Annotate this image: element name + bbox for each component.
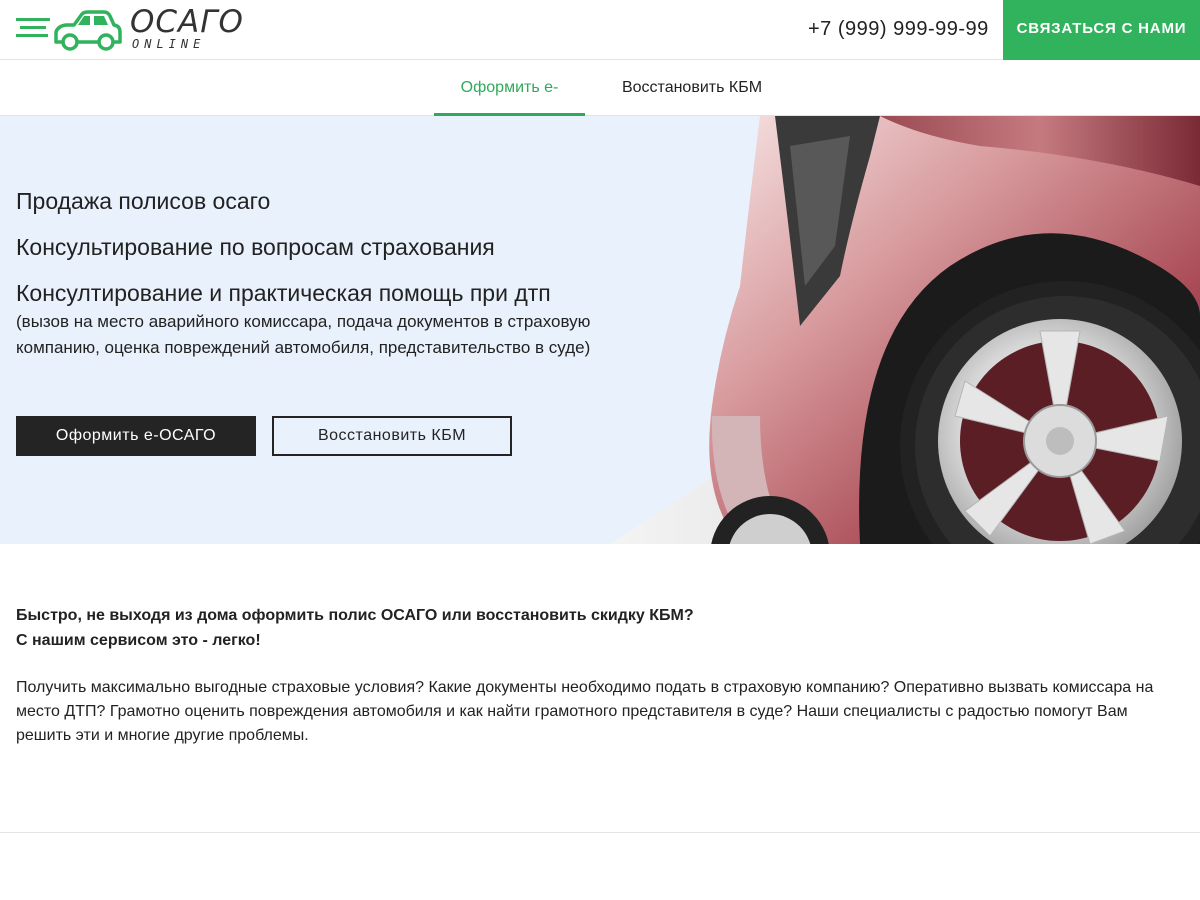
main-nav: Оформить е-ОСАГО Восстановить КБМ (0, 60, 1200, 152)
get-e-osago-button[interactable]: Оформить е-ОСАГО (16, 416, 256, 456)
car-logo-icon (16, 10, 122, 51)
footer-divider (0, 832, 1200, 833)
tab-restore-kbm[interactable]: Восстановить КБМ (617, 60, 767, 116)
info-paragraph: Получить максимально выгодные страховые … (16, 679, 1154, 744)
logo-title: ОСАГО (130, 4, 244, 40)
restore-kbm-button[interactable]: Восстановить КБМ (272, 416, 512, 456)
info-headline-line-2: С нашим сервисом это - легко! (16, 632, 261, 649)
hero-note: (вызов на место аварийного комиссара, по… (16, 312, 591, 357)
site-header: ОСАГО ONLINE +7 (999) 999-99-99 Связатьс… (0, 0, 1200, 60)
hero-line-1: Продажа полисов осаго (16, 188, 271, 214)
site-logo[interactable]: ОСАГО ONLINE (16, 4, 243, 56)
contact-us-button[interactable]: Связаться с нами (1003, 0, 1200, 60)
logo-subtitle: ONLINE (132, 37, 206, 51)
hero-line-2: Консультирование по вопросам страхования (16, 234, 495, 260)
hero-line-3: Консултирование и практическая помощь пр… (16, 280, 551, 306)
info-headline-line-1: Быстро, не выходя из дома оформить полис… (16, 607, 694, 624)
info-headline: Быстро, не выходя из дома оформить полис… (16, 603, 1116, 653)
tab-e-osago[interactable]: Оформить е-ОСАГО (434, 60, 585, 152)
phone-number[interactable]: +7 (999) 999-99-99 (808, 18, 989, 41)
hero-section: Продажа полисов осаго Консультирование п… (0, 116, 1200, 544)
